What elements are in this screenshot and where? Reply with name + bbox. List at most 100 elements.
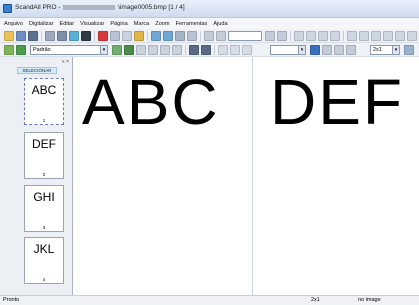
scan-profile-icon[interactable]	[4, 45, 14, 55]
find-icon[interactable]	[175, 31, 185, 41]
thumbnail-text: DEF	[32, 137, 56, 151]
rotate-left-icon[interactable]	[347, 31, 357, 41]
copy-icon[interactable]	[122, 31, 132, 41]
thumbnail-page-2[interactable]: DEF 2	[24, 132, 64, 179]
zoom-select-value: 2x1	[373, 47, 382, 53]
menu-editar[interactable]: Editar	[60, 21, 75, 27]
last-page-icon[interactable]	[330, 31, 340, 41]
fit-page-icon[interactable]	[277, 31, 287, 41]
thumbnail-page-4[interactable]: JKL 4	[24, 237, 64, 284]
page-number-field[interactable]	[228, 31, 262, 41]
menu-bar: Arquivo Digitalizar Editar Visualizar Pá…	[0, 18, 419, 29]
window-title: ScandAll PRO - \image0005.bmp [1 / 4]	[15, 4, 185, 11]
scan-icon[interactable]	[57, 31, 67, 41]
thumbnail-page-1[interactable]: ABC 1	[24, 78, 64, 125]
zoom-out-icon[interactable]	[204, 31, 214, 41]
toolbar-separator	[185, 45, 186, 55]
status-bar: Pronto 2x1 no image	[0, 295, 419, 305]
scan-batch-icon[interactable]	[124, 45, 134, 55]
thumbnail-number: 2	[42, 172, 46, 177]
app-name: ScandAll PRO	[15, 4, 57, 11]
back-icon[interactable]	[230, 45, 240, 55]
batch-scan-icon[interactable]	[81, 31, 91, 41]
open-folder-icon[interactable]	[4, 31, 14, 41]
main-toolbar	[0, 29, 419, 43]
previous-page-icon[interactable]	[306, 31, 316, 41]
undo-icon[interactable]	[151, 31, 161, 41]
delete-icon[interactable]	[98, 31, 108, 41]
chevron-down-icon[interactable]: ▾	[100, 46, 107, 54]
page-copy-icon[interactable]	[160, 45, 170, 55]
thumbnail-number: 1	[42, 118, 46, 123]
disabled-select[interactable]: ▾	[270, 45, 306, 55]
insert-page-icon[interactable]	[187, 31, 197, 41]
pane-controls[interactable]: « ×	[62, 59, 69, 65]
redacted-path	[63, 4, 116, 10]
menu-pagina[interactable]: Página	[110, 21, 127, 27]
thumbnail-text: ABC	[31, 83, 57, 97]
redo-icon[interactable]	[163, 31, 173, 41]
page-properties-icon[interactable]	[148, 45, 158, 55]
right-page-text: DEF	[270, 66, 404, 138]
sort-icon[interactable]	[310, 45, 320, 55]
toolbar-separator	[214, 45, 215, 55]
link-icon[interactable]	[218, 45, 228, 55]
view-mode-icon[interactable]	[404, 45, 414, 55]
search-icon[interactable]	[346, 45, 356, 55]
page-setup-icon[interactable]	[136, 45, 146, 55]
profile-select[interactable]: Padrão ▾	[30, 45, 108, 55]
fit-width-icon[interactable]	[265, 31, 275, 41]
toolbar-separator	[94, 31, 95, 41]
crop-icon[interactable]	[383, 31, 393, 41]
first-page-icon[interactable]	[294, 31, 304, 41]
thumbnail-number: 4	[42, 277, 46, 282]
thumbnail-header[interactable]: SELECIONAR	[17, 67, 57, 74]
next-page-icon[interactable]	[318, 31, 328, 41]
zoom-select[interactable]: 2x1 ▾	[370, 45, 400, 55]
forward-icon[interactable]	[242, 45, 252, 55]
menu-ajuda[interactable]: Ajuda	[213, 21, 227, 27]
marker-icon[interactable]	[395, 31, 405, 41]
grid-icon[interactable]	[334, 45, 344, 55]
page-divider	[252, 57, 253, 295]
status-text: Pronto	[3, 297, 20, 303]
flip-icon[interactable]	[371, 31, 381, 41]
profile-select-value: Padrão	[33, 47, 51, 53]
email-icon[interactable]	[69, 31, 79, 41]
settings-icon[interactable]	[407, 31, 417, 41]
expand-icon[interactable]	[322, 45, 332, 55]
menu-ferramentas[interactable]: Ferramentas	[176, 21, 208, 27]
menu-marca[interactable]: Marca	[134, 21, 150, 27]
page-move-icon[interactable]	[172, 45, 182, 55]
page-indicator: [1 / 4]	[168, 4, 185, 11]
save-icon[interactable]	[16, 31, 26, 41]
toolbar-separator	[290, 31, 291, 41]
toolbar-separator	[41, 31, 42, 41]
menu-digitalizar[interactable]: Digitalizar	[29, 21, 54, 27]
thumbnail-page-3[interactable]: GHI 3	[24, 185, 64, 232]
paste-icon[interactable]	[134, 31, 144, 41]
save-as-icon[interactable]	[28, 31, 38, 41]
thumbnail-text: GHI	[33, 190, 55, 204]
app-icon	[3, 4, 12, 13]
cut-icon[interactable]	[110, 31, 120, 41]
thumbnail-text: JKL	[33, 242, 55, 256]
zoom-in-icon[interactable]	[216, 31, 226, 41]
menu-zoom[interactable]: Zoom	[155, 21, 169, 27]
menu-visualizar[interactable]: Visualizar	[80, 21, 104, 27]
menu-arquivo[interactable]: Arquivo	[4, 21, 23, 27]
thumbnail-panel: « × SELECIONAR ABC 1 DEF 2 GHI 3 JKL 4	[0, 57, 73, 295]
scan-single-icon[interactable]	[112, 45, 122, 55]
fax-icon[interactable]	[189, 45, 199, 55]
left-page-text: ABC	[82, 66, 220, 138]
document-viewer[interactable]: ABC DEF	[74, 57, 419, 295]
print-icon[interactable]	[45, 31, 55, 41]
chevron-down-icon[interactable]: ▾	[392, 46, 399, 54]
toolbar-separator	[343, 31, 344, 41]
file-name: \image0005.bmp	[118, 4, 167, 11]
scan-start-icon[interactable]	[16, 45, 26, 55]
rotate-right-icon[interactable]	[359, 31, 369, 41]
toolbar-separator	[147, 31, 148, 41]
ocr-icon[interactable]	[201, 45, 211, 55]
chevron-down-icon[interactable]: ▾	[298, 46, 305, 54]
